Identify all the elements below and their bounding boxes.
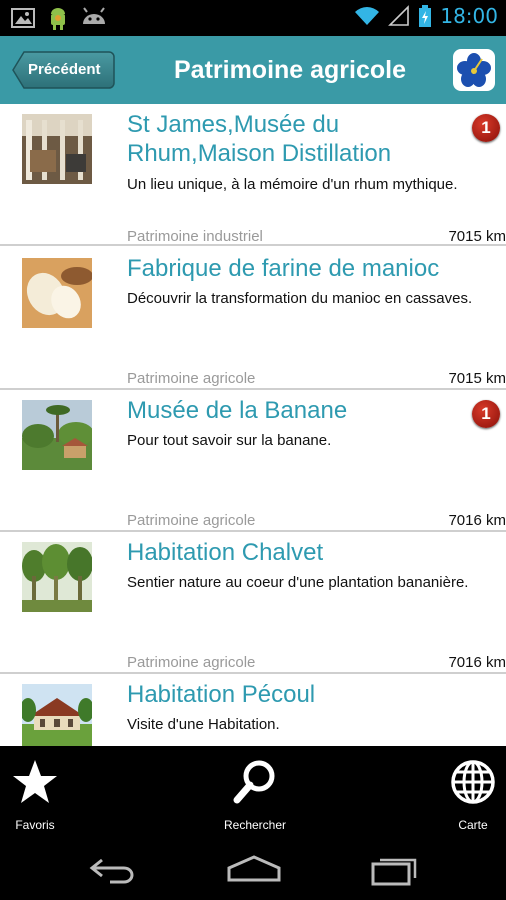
item-title[interactable]: Habitation Pécoul bbox=[127, 680, 467, 709]
divider bbox=[0, 244, 506, 246]
habitation-thumbnail bbox=[22, 684, 92, 746]
hibiscus-logo-icon[interactable] bbox=[452, 48, 496, 92]
tab-favorites-label: Favoris bbox=[15, 818, 55, 832]
back-button-label: Précédent bbox=[28, 61, 101, 78]
tab-search[interactable]: Rechercher bbox=[205, 746, 305, 840]
wifi-icon bbox=[355, 7, 380, 25]
item-description: Un lieu unique, à la mémoire d'un rhum m… bbox=[127, 176, 458, 193]
distillery-thumbnail bbox=[22, 114, 92, 184]
manioc-thumbnail bbox=[22, 258, 92, 328]
search-icon bbox=[233, 760, 275, 804]
globe-icon bbox=[451, 760, 495, 804]
poi-list[interactable]: St James,Musée du Rhum,Maison Distillati… bbox=[0, 104, 506, 746]
item-description: Découvrir la transformation du manioc en… bbox=[127, 290, 473, 307]
tab-search-label: Rechercher bbox=[223, 818, 287, 832]
signal-icon bbox=[388, 5, 410, 26]
action-bar: Précédent Patrimoine agricole bbox=[0, 36, 506, 104]
item-category: Patrimoine industriel bbox=[127, 228, 263, 245]
tab-map[interactable]: Carte bbox=[440, 746, 506, 840]
system-nav-bar bbox=[0, 840, 506, 900]
tab-map-label: Carte bbox=[458, 818, 488, 832]
list-item[interactable]: Fabrique de farine de manioc Découvrir l… bbox=[0, 248, 506, 390]
item-distance: 7016 km bbox=[448, 512, 506, 529]
recent-apps-nav-icon[interactable] bbox=[370, 854, 420, 886]
item-title[interactable]: Fabrique de farine de manioc bbox=[127, 254, 467, 283]
list-item[interactable]: St James,Musée du Rhum,Maison Distillati… bbox=[0, 104, 506, 246]
item-description: Sentier nature au coeur d'une plantation… bbox=[127, 574, 469, 591]
star-icon bbox=[13, 760, 57, 803]
android-head-icon bbox=[83, 7, 105, 24]
android-notification-icon bbox=[51, 8, 65, 30]
list-item[interactable]: Habitation Chalvet Sentier nature au coe… bbox=[0, 532, 506, 674]
image-notification-icon bbox=[11, 8, 35, 28]
banana-museum-thumbnail bbox=[22, 400, 92, 470]
back-button[interactable]: Précédent bbox=[12, 51, 115, 89]
item-title[interactable]: St James,Musée du Rhum,Maison Distillati… bbox=[127, 110, 467, 168]
item-title[interactable]: Musée de la Banane bbox=[127, 396, 467, 425]
count-badge: 1 bbox=[472, 114, 500, 142]
item-distance: 7016 km bbox=[448, 654, 506, 671]
tab-favorites[interactable]: Favoris bbox=[0, 746, 70, 840]
count-badge: 1 bbox=[472, 400, 500, 428]
item-category: Patrimoine agricole bbox=[127, 512, 256, 529]
battery-icon bbox=[419, 5, 432, 27]
page-title: Patrimoine agricole bbox=[173, 56, 407, 84]
clock: 18:00 bbox=[440, 4, 498, 28]
notification-icons bbox=[10, 6, 108, 32]
item-title[interactable]: Habitation Chalvet bbox=[127, 538, 467, 567]
bottom-tab-bar: Favoris Rechercher Carte bbox=[0, 746, 506, 840]
item-distance: 7015 km bbox=[448, 228, 506, 245]
item-category: Patrimoine agricole bbox=[127, 654, 256, 671]
item-description: Visite d'une Habitation. bbox=[127, 716, 280, 733]
list-item[interactable]: Musée de la Banane 1 Pour tout savoir su… bbox=[0, 390, 506, 532]
status-bar: 18:00 bbox=[0, 0, 506, 36]
item-distance: 7015 km bbox=[448, 370, 506, 387]
list-item[interactable]: Habitation Pécoul Visite d'une Habitatio… bbox=[0, 674, 506, 746]
item-description: Pour tout savoir sur la banane. bbox=[127, 432, 332, 449]
item-category: Patrimoine agricole bbox=[127, 370, 256, 387]
back-nav-icon[interactable] bbox=[88, 854, 138, 884]
plantation-thumbnail bbox=[22, 542, 92, 612]
home-nav-icon[interactable] bbox=[226, 854, 282, 884]
